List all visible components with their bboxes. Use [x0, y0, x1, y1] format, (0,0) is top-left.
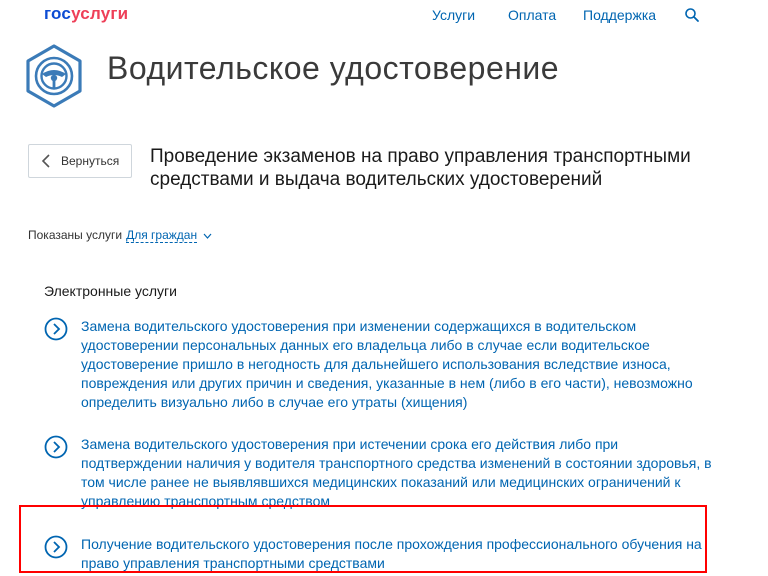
- filter-select[interactable]: Для граждан: [126, 228, 198, 243]
- section-heading: Электронные услуги: [44, 283, 177, 299]
- filter-label: Показаны услуги: [28, 228, 123, 242]
- page-title: Водительское удостоверение: [107, 50, 560, 86]
- service-title: Проведение экзаменов на право управления…: [150, 146, 691, 190]
- logo-part-gos: гос: [44, 4, 72, 23]
- top-bar: госуслуги Услуги Оплата Поддержка: [0, 0, 768, 32]
- back-button-label: Вернуться: [61, 154, 120, 168]
- service-filter: Показаны услуги Для граждан: [28, 228, 212, 243]
- chevron-circle-icon: [44, 435, 68, 459]
- search-icon[interactable]: [684, 7, 700, 23]
- service-link[interactable]: Замена водительского удостоверения при и…: [81, 317, 721, 412]
- steering-wheel-icon: [26, 44, 82, 108]
- logo-part-uslugi: услуги: [71, 4, 129, 23]
- service-link[interactable]: Замена водительского удостоверения при и…: [81, 435, 721, 511]
- back-button[interactable]: Вернуться: [28, 144, 132, 178]
- highlight-box: [19, 505, 707, 573]
- nav-payment[interactable]: Оплата: [508, 7, 556, 23]
- gosuslugi-logo[interactable]: госуслуги: [44, 4, 128, 24]
- chevron-left-icon: [41, 154, 50, 168]
- chevron-circle-icon: [44, 317, 68, 341]
- chevron-down-icon[interactable]: [203, 233, 212, 239]
- nav-support[interactable]: Поддержка: [583, 7, 656, 23]
- nav-services[interactable]: Услуги: [432, 7, 475, 23]
